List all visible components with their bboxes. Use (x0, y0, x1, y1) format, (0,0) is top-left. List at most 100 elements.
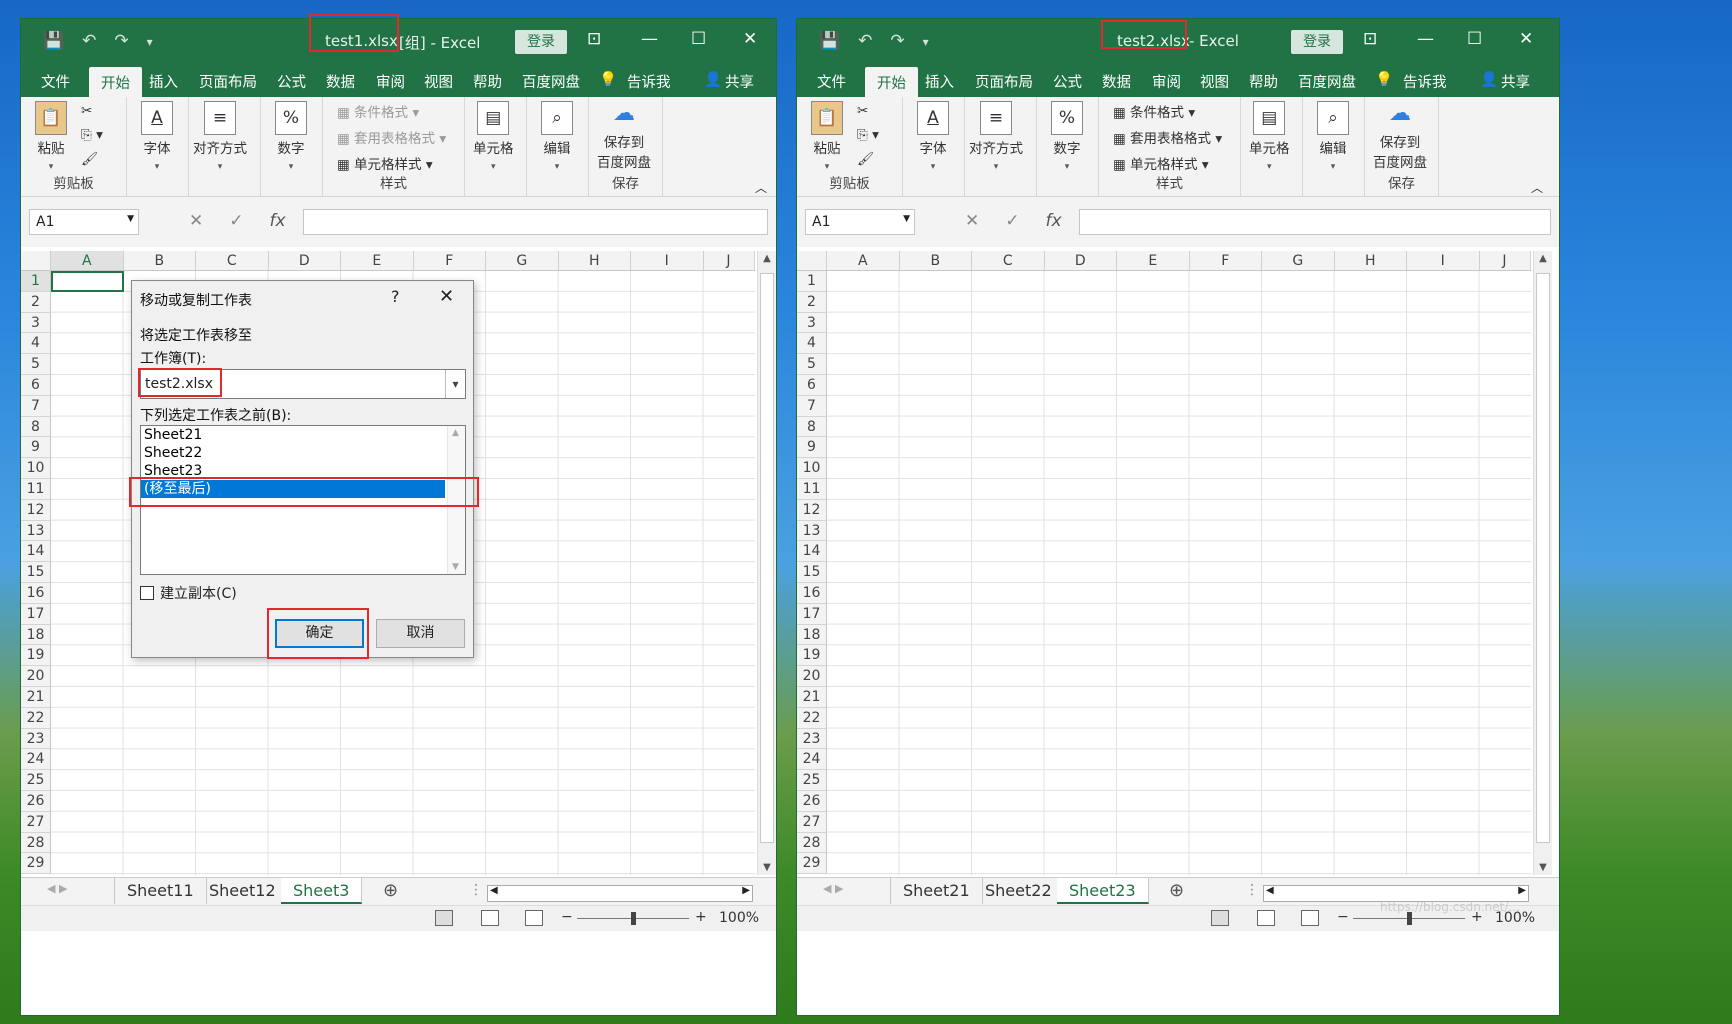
tab-data[interactable]: 数据 (1102, 71, 1131, 92)
row-header[interactable]: 20 (797, 666, 827, 687)
row-header[interactable]: 16 (21, 582, 51, 604)
page-layout-icon[interactable] (481, 910, 499, 926)
tab-review[interactable]: 审阅 (376, 71, 405, 92)
cell-area[interactable] (827, 271, 1531, 875)
tab-scroll-icons[interactable]: ◀ ▶ (47, 882, 67, 895)
row-header[interactable]: 17 (21, 603, 51, 625)
col-header[interactable]: D (269, 251, 341, 270)
edit-button[interactable]: ⌕ 编辑 ▾ (541, 101, 573, 173)
help-icon[interactable]: ? (391, 287, 400, 306)
add-sheet-icon[interactable]: ⊕ (1169, 880, 1184, 901)
share-button[interactable]: 共享 (725, 71, 754, 92)
enter-icon[interactable]: ✓ (229, 211, 243, 231)
row-header[interactable]: 12 (797, 499, 827, 521)
tab-data[interactable]: 数据 (326, 71, 355, 92)
col-header[interactable]: G (1262, 251, 1335, 270)
copy-icon[interactable]: ⎘ ▾ (857, 127, 879, 143)
paste-button[interactable]: 📋 粘贴 ▾ (811, 101, 843, 173)
name-box[interactable]: A1 ▼ (29, 209, 139, 235)
copy-icon[interactable]: ⎘ ▾ (81, 127, 103, 143)
sheet-tab-active[interactable]: Sheet23 (1057, 878, 1149, 904)
cell-style-button[interactable]: ▦ 单元格样式 ▾ (337, 153, 433, 173)
row-header[interactable]: 29 (797, 853, 827, 875)
align-button[interactable]: ≡ 对齐方式 ▾ (193, 101, 247, 173)
customize-toolbar-icon[interactable]: ▾ (147, 31, 153, 51)
tab-home[interactable]: 开始 (89, 67, 142, 97)
save-baidu-button[interactable]: ☁ 保存到 百度网盘 (1373, 101, 1427, 171)
row-header[interactable]: 28 (797, 832, 827, 854)
maximize-icon[interactable]: ☐ (691, 29, 706, 49)
cond-format-button[interactable]: ▦ 条件格式 ▾ (337, 101, 419, 121)
normal-view-icon[interactable] (1211, 910, 1229, 926)
font-button[interactable]: A 字体 ▾ (917, 101, 949, 173)
row-header[interactable]: 24 (21, 749, 51, 771)
row-header[interactable]: 18 (797, 624, 827, 646)
row-header[interactable]: 24 (797, 749, 827, 771)
row-header[interactable]: 23 (797, 728, 827, 750)
login-button[interactable]: 登录 (515, 30, 567, 54)
row-header[interactable]: 7 (21, 395, 51, 417)
formula-input[interactable] (303, 209, 768, 235)
sheet-tab[interactable]: Sheet11 (114, 878, 207, 904)
list-item[interactable]: Sheet21 (141, 426, 465, 444)
zoom-thumb[interactable] (631, 912, 636, 925)
paste-button[interactable]: 📋 粘贴 ▾ (35, 101, 67, 173)
active-cell[interactable] (51, 271, 124, 292)
row-header[interactable]: 8 (21, 416, 51, 438)
ribbon-display-icon[interactable]: ⊡ (1363, 29, 1377, 49)
zoom-out-icon[interactable]: − (561, 909, 573, 925)
format-painter-icon[interactable]: 🖌 (857, 151, 874, 167)
sheet-tab[interactable]: Sheet22 (973, 878, 1065, 904)
number-button[interactable]: % 数字 ▾ (275, 101, 307, 173)
minimize-icon[interactable]: — (1417, 29, 1434, 49)
row-header[interactable]: 6 (21, 374, 51, 396)
ribbon-display-icon[interactable]: ⊡ (587, 29, 601, 49)
row-header[interactable]: 21 (797, 686, 827, 708)
cells-button[interactable]: ▤ 单元格 ▾ (473, 101, 514, 173)
list-item[interactable]: Sheet22 (141, 444, 465, 462)
collapse-ribbon-icon[interactable]: ︿ (1531, 179, 1543, 196)
share-icon[interactable]: 👤 (704, 71, 722, 88)
enter-icon[interactable]: ✓ (1005, 211, 1019, 231)
customize-toolbar-icon[interactable]: ▾ (923, 31, 929, 51)
cut-icon[interactable]: ✂ (857, 103, 868, 119)
tab-file[interactable]: 文件 (41, 71, 70, 92)
tab-help[interactable]: 帮助 (1249, 71, 1278, 92)
close-icon[interactable]: ✕ (1519, 29, 1533, 49)
col-header[interactable]: D (1045, 251, 1117, 270)
formula-input[interactable] (1079, 209, 1551, 235)
row-header[interactable]: 26 (21, 790, 51, 812)
redo-icon[interactable]: ↷ (890, 31, 904, 51)
table-format-button[interactable]: ▦ 套用表格格式 ▾ (337, 127, 446, 147)
format-painter-icon[interactable]: 🖌 (81, 151, 98, 167)
page-break-icon[interactable] (525, 910, 543, 926)
create-copy-checkbox[interactable]: 建立副本(C) (140, 583, 237, 603)
row-header[interactable]: 22 (21, 707, 51, 729)
align-button[interactable]: ≡ 对齐方式 ▾ (969, 101, 1023, 173)
row-header[interactable]: 4 (797, 333, 827, 355)
row-header[interactable]: 26 (797, 790, 827, 812)
font-button[interactable]: A 字体 ▾ (141, 101, 173, 173)
row-header[interactable]: 14 (21, 541, 51, 563)
cancel-button[interactable]: 取消 (376, 619, 465, 648)
redo-icon[interactable]: ↷ (114, 31, 128, 51)
name-box[interactable]: A1 ▼ (805, 209, 915, 235)
row-header[interactable]: 25 (797, 770, 827, 791)
row-header[interactable]: 18 (21, 624, 51, 646)
row-header[interactable]: 5 (21, 354, 51, 375)
maximize-icon[interactable]: ☐ (1467, 29, 1482, 49)
tab-insert[interactable]: 插入 (149, 71, 178, 92)
tab-insert[interactable]: 插入 (925, 71, 954, 92)
col-header[interactable]: H (559, 251, 631, 270)
row-header[interactable]: 27 (797, 811, 827, 833)
row-header[interactable]: 11 (797, 478, 827, 500)
row-header[interactable]: 9 (797, 437, 827, 459)
page-break-icon[interactable] (1301, 910, 1319, 926)
select-all[interactable] (21, 251, 51, 270)
cell-style-button[interactable]: ▦ 单元格样式 ▾ (1113, 153, 1209, 173)
col-header[interactable]: A (51, 251, 124, 270)
fx-icon[interactable]: fx (270, 211, 286, 231)
col-header[interactable]: J (1480, 251, 1531, 270)
row-header[interactable]: 22 (797, 707, 827, 729)
tab-formulas[interactable]: 公式 (277, 71, 306, 92)
